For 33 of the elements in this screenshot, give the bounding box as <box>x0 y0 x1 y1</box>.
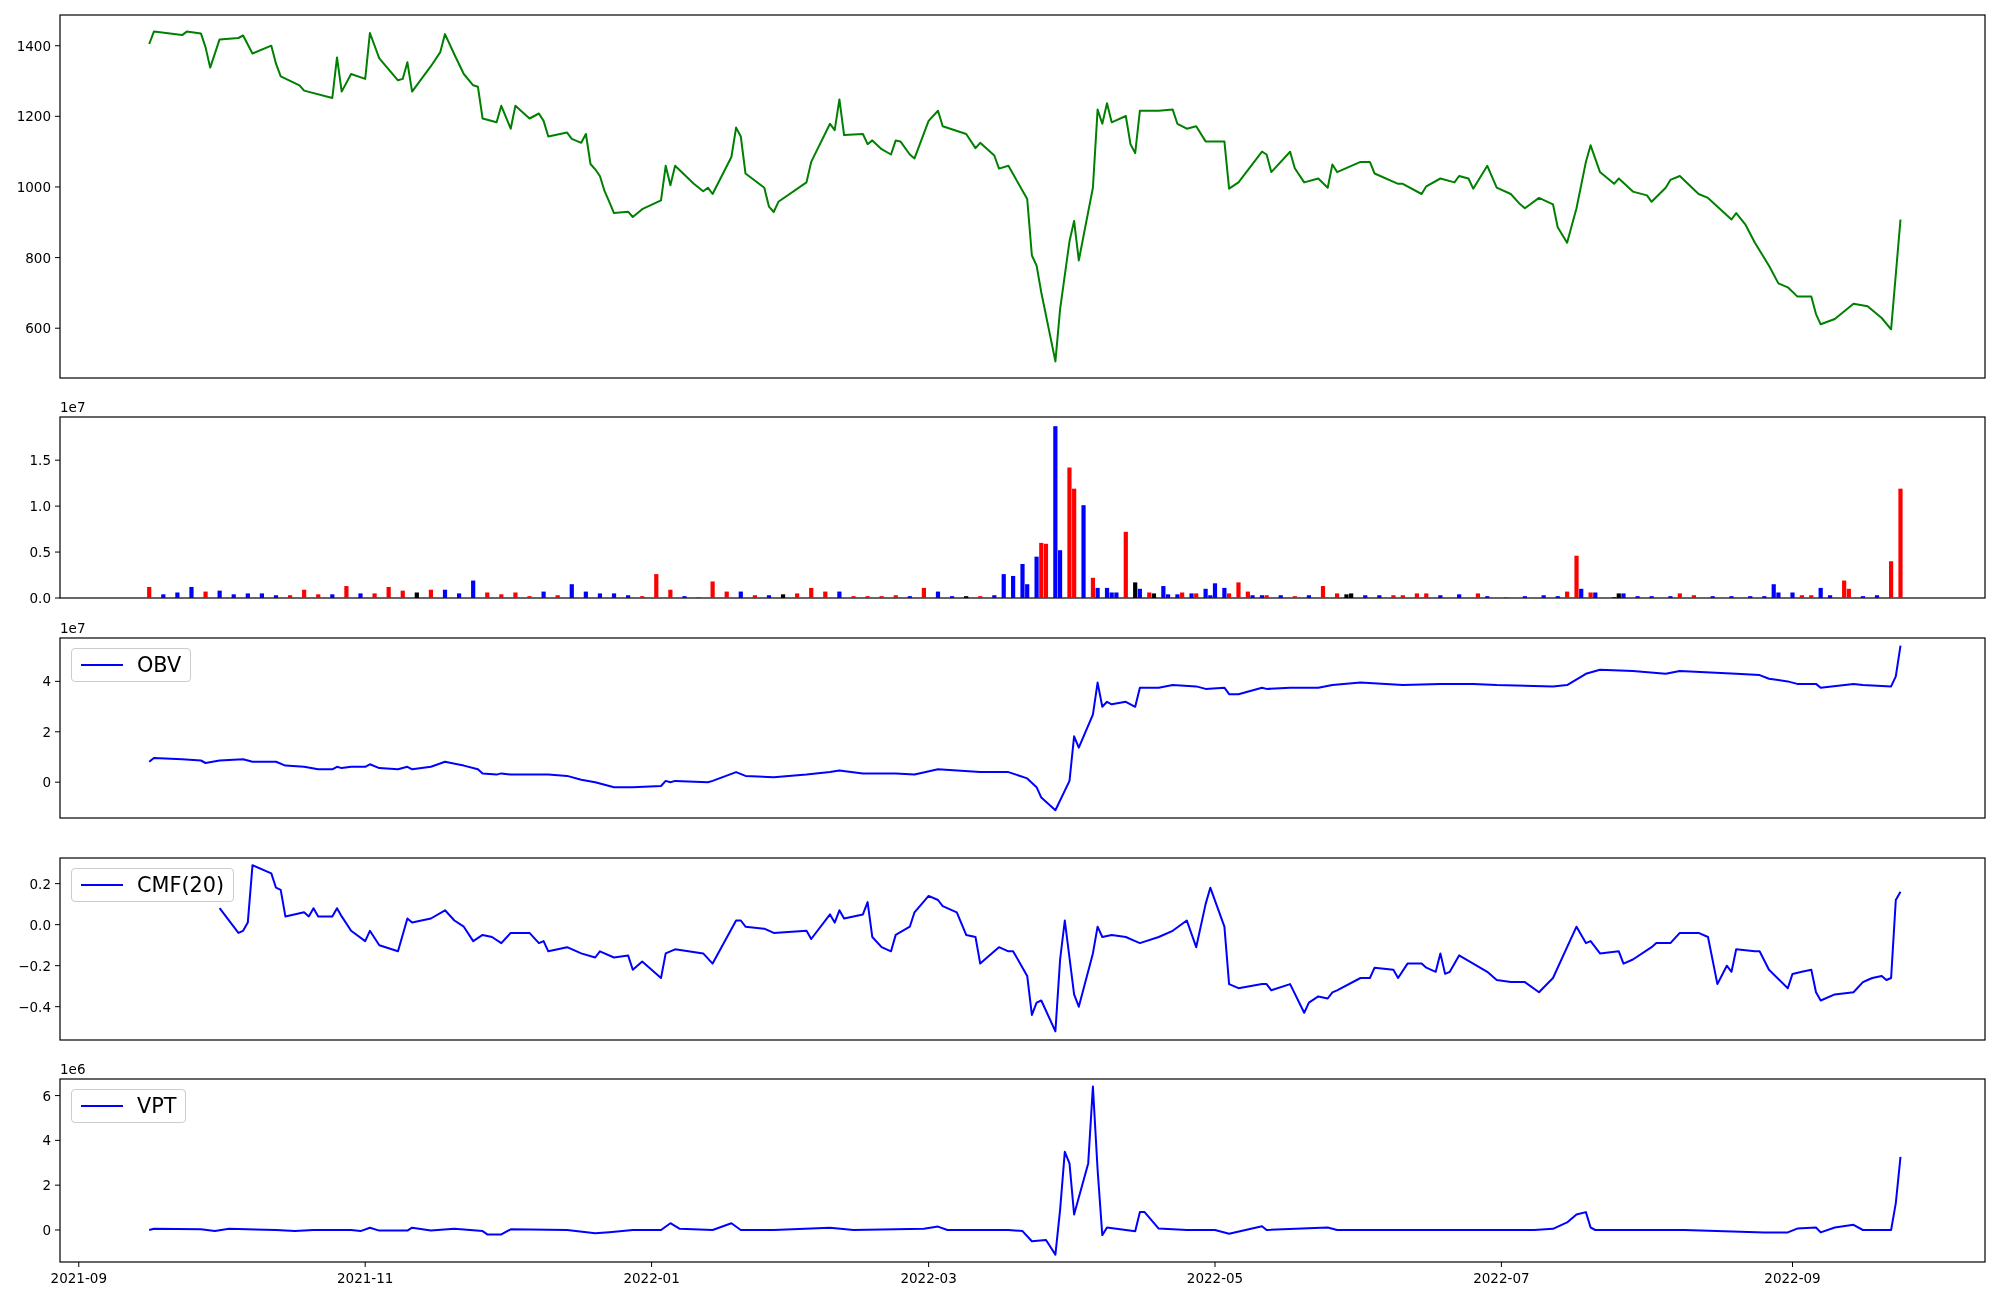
x-tick-label: 2022-09 <box>1764 1270 1821 1286</box>
y-tick-label: 0.0 <box>29 590 51 606</box>
x-tick-label: 2022-07 <box>1473 1270 1530 1286</box>
y-tick-label: −0.2 <box>18 957 51 974</box>
legend-label: VPT <box>137 1093 177 1119</box>
y-tick-label: 1200 <box>16 108 51 125</box>
y-tick-label: 2 <box>42 723 51 740</box>
legend-label: OBV <box>137 652 182 678</box>
y-tick-label: 2 <box>42 1177 51 1194</box>
y-tick-label: −0.4 <box>18 998 51 1015</box>
y-tick-label: 0.2 <box>29 875 51 892</box>
y-tick-label: 1.0 <box>29 498 51 515</box>
axis-offset-label: 1e7 <box>60 620 86 636</box>
y-tick-label: 600 <box>25 320 51 337</box>
y-tick-label: 800 <box>25 249 51 266</box>
y-tick-label: 4 <box>42 1132 51 1149</box>
y-tick-label: 0 <box>42 1221 51 1238</box>
legend-label: CMF(20) <box>137 872 225 898</box>
x-tick-label: 2022-03 <box>900 1270 957 1286</box>
y-tick-label: 0.0 <box>29 916 51 933</box>
y-tick-label: 1400 <box>16 37 51 54</box>
axis-offset-label: 1e7 <box>60 400 86 415</box>
y-tick-label: 1000 <box>16 178 51 195</box>
y-tick-label: 0.5 <box>29 544 51 561</box>
x-tick-label: 2021-11 <box>337 1270 394 1286</box>
y-tick-label: 6 <box>42 1087 51 1104</box>
y-tick-label: 0 <box>42 774 51 791</box>
y-tick-label: 4 <box>42 673 51 690</box>
axis-offset-label: 1e6 <box>60 1061 86 1077</box>
x-tick-label: 2021-09 <box>50 1270 107 1286</box>
x-tick-label: 2022-01 <box>623 1270 680 1286</box>
x-tick-label: 2022-05 <box>1186 1270 1244 1286</box>
y-tick-label: 1.5 <box>29 452 51 469</box>
